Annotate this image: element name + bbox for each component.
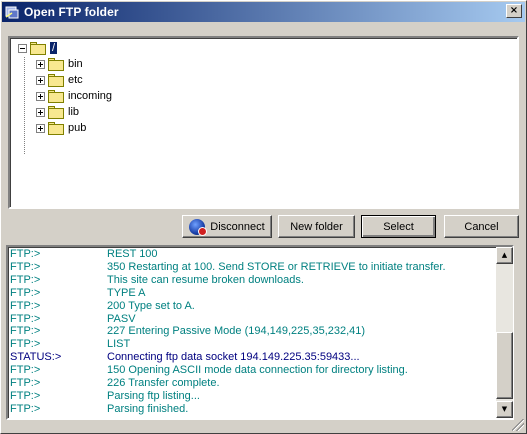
folder-icon xyxy=(48,105,64,119)
log-message: Connecting ftp data socket 194.149.225.3… xyxy=(107,351,360,364)
tree-node-label: bin xyxy=(68,58,83,70)
log-message: TYPE A xyxy=(107,286,146,299)
log-source: FTP:> xyxy=(10,248,41,260)
collapse-icon[interactable] xyxy=(18,43,27,53)
tree-node-etc[interactable]: etc xyxy=(36,72,83,88)
log-source: FTP:> xyxy=(10,389,41,402)
scroll-down-button[interactable]: ▼ xyxy=(496,401,513,418)
log-scrollbar[interactable]: ▲ ▼ xyxy=(496,247,513,418)
log-message: PASV xyxy=(107,312,136,325)
new-folder-button[interactable]: New folder xyxy=(278,215,355,238)
expand-icon[interactable] xyxy=(36,59,45,69)
tree-node-incoming[interactable]: incoming xyxy=(36,88,112,104)
scroll-up-button[interactable]: ▲ xyxy=(496,247,513,264)
tree-node-lib[interactable]: lib xyxy=(36,104,79,120)
app-icon xyxy=(4,4,20,20)
folder-icon xyxy=(48,89,64,103)
cancel-button-label: Cancel xyxy=(464,220,499,233)
disconnect-button[interactable]: Disconnect xyxy=(182,215,272,238)
log-source: FTP:> xyxy=(10,260,41,273)
tree-connector-line xyxy=(24,57,25,154)
log-message: 200 Type set to A. xyxy=(107,299,195,312)
disconnect-button-label: Disconnect xyxy=(210,220,265,233)
arrow-down-icon: ▼ xyxy=(501,405,508,413)
log-source: FTP:> xyxy=(10,273,41,286)
expand-icon[interactable] xyxy=(36,123,45,133)
log-message: Parsing finished. xyxy=(107,402,189,415)
ftp-log-panel[interactable]: FTP:> REST 100 FTP:> 350 Restarting at 100.… xyxy=(6,245,514,420)
tree-node-bin[interactable]: bin xyxy=(36,56,83,72)
log-message: REST 100 xyxy=(107,248,158,260)
expand-icon[interactable] xyxy=(36,91,45,101)
expand-icon[interactable] xyxy=(36,75,45,85)
globe-disconnect-icon xyxy=(189,218,208,236)
log-source: FTP:> xyxy=(10,312,41,325)
log-message: 227 Entering Passive Mode (194,149,225,3… xyxy=(107,325,366,338)
title-bar[interactable]: Open FTP folder × xyxy=(2,2,525,22)
cancel-button[interactable]: Cancel xyxy=(444,215,519,238)
tree-node-label: / xyxy=(50,42,58,54)
folder-tree[interactable]: / bin etc incoming lib pub xyxy=(8,36,519,209)
close-button[interactable]: × xyxy=(506,4,522,18)
tree-node-label: etc xyxy=(68,74,83,86)
folder-icon xyxy=(48,57,64,71)
log-message: 350 Restarting at 100. Send STORE or RET… xyxy=(107,260,446,273)
log-source: FTP:> xyxy=(10,377,41,389)
log-source: FTP:> xyxy=(10,286,41,299)
log-source: FTP:> xyxy=(10,364,41,377)
log-source: FTP:> xyxy=(10,402,41,415)
folder-icon xyxy=(48,121,64,135)
log-source: FTP:> xyxy=(10,325,41,338)
new-folder-button-label: New folder xyxy=(290,220,343,233)
close-icon: × xyxy=(509,5,519,16)
tree-node-pub[interactable]: pub xyxy=(36,120,86,136)
log-source: FTP:> xyxy=(10,338,41,351)
resize-grip[interactable] xyxy=(512,419,524,431)
log-source: FTP:> xyxy=(10,299,41,312)
log-message: 150 Opening ASCII mode data connection f… xyxy=(107,364,408,377)
open-ftp-folder-dialog: Open FTP folder × / bin etc incoming lib… xyxy=(0,0,527,434)
folder-open-icon xyxy=(30,41,46,55)
tree-node-label: lib xyxy=(68,106,80,118)
scroll-thumb[interactable] xyxy=(496,332,513,399)
select-button[interactable]: Select xyxy=(361,215,436,238)
log-message: LIST xyxy=(107,338,131,351)
log-message: This site can resume broken downloads. xyxy=(107,273,304,286)
select-button-label: Select xyxy=(383,220,414,233)
log-message: 226 Transfer complete. xyxy=(107,377,220,389)
arrow-up-icon: ▲ xyxy=(501,251,508,259)
folder-icon xyxy=(48,73,64,87)
log-message: Parsing ftp listing... xyxy=(107,389,200,402)
log-source: STATUS:> xyxy=(10,351,62,364)
tree-node-label: incoming xyxy=(68,90,113,102)
window-title: Open FTP folder xyxy=(24,5,119,19)
tree-node-root[interactable]: / xyxy=(18,40,58,56)
tree-node-label: pub xyxy=(68,122,87,134)
expand-icon[interactable] xyxy=(36,107,45,117)
